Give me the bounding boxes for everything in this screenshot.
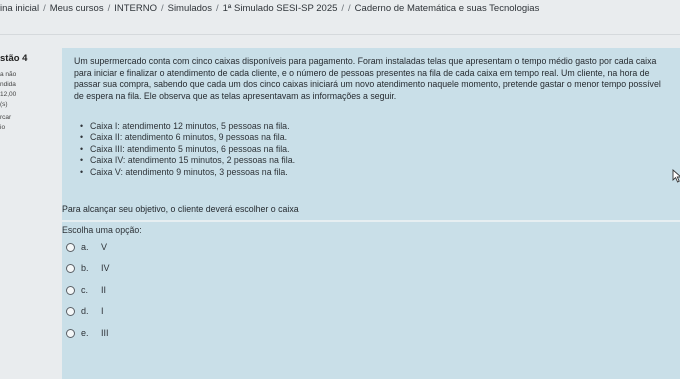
question-statement: Um supermercado conta com cinco caixas d… <box>74 56 661 101</box>
option-a[interactable]: a. V <box>66 240 107 254</box>
list-item: Caixa V: atendimento 9 minutos, 3 pessoa… <box>80 167 295 179</box>
radio-button[interactable] <box>66 285 75 295</box>
breadcrumb-simulados[interactable]: Simulados <box>168 3 212 17</box>
option-d[interactable]: d. I <box>66 304 104 318</box>
breadcrumb-home[interactable]: ina inicial <box>0 3 39 17</box>
question-number: stão 4 <box>0 53 28 64</box>
radio-button[interactable] <box>66 306 75 316</box>
list-item: Caixa II: atendimento 6 minutos, 9 pesso… <box>80 132 295 144</box>
flag-question-link[interactable]: rcar <box>0 113 62 123</box>
option-value: V <box>101 242 108 252</box>
breadcrumb-my-courses[interactable]: Meus cursos <box>50 3 104 17</box>
list-item: Caixa I: atendimento 12 minutos, 5 pesso… <box>80 121 295 133</box>
grade-suffix: (s) <box>0 100 8 108</box>
question-grade: 12,00 <box>0 90 17 98</box>
question-content: Um supermercado conta com cinco caixas d… <box>62 48 680 379</box>
option-e[interactable]: e. III <box>66 326 109 340</box>
breadcrumb-separator: / <box>160 3 164 14</box>
question-info-panel: stão 4 a não ndida 12,00 (s) rcar io <box>0 52 62 162</box>
breadcrumb-separator: / <box>348 3 351 14</box>
answer-status: a não <box>0 71 17 79</box>
list-item: Caixa IV: atendimento 15 minutos, 2 pess… <box>80 155 295 167</box>
radio-button[interactable] <box>66 242 75 252</box>
radio-button[interactable] <box>66 328 75 338</box>
option-value: IV <box>101 263 110 273</box>
header-divider <box>0 34 680 35</box>
mouse-pointer-icon <box>672 169 680 183</box>
question-text: Para alcançar seu objetivo, o cliente de… <box>62 204 299 214</box>
breadcrumb: ina inicial / Meus cursos / INTERNO / Si… <box>0 3 539 17</box>
answer-status-2: ndida <box>0 81 16 88</box>
radio-button[interactable] <box>66 263 75 273</box>
option-value: II <box>101 285 107 295</box>
option-value: III <box>101 328 109 338</box>
option-letter: c. <box>81 285 89 295</box>
option-b[interactable]: b. IV <box>66 261 110 275</box>
option-value: I <box>101 306 104 316</box>
breadcrumb-separator: / <box>215 3 219 14</box>
option-letter: a. <box>81 242 89 252</box>
breadcrumb-separator: / <box>43 3 46 14</box>
breadcrumb-internal[interactable]: INTERNO <box>114 3 157 17</box>
option-letter: d. <box>81 306 89 316</box>
answer-divider <box>62 220 680 222</box>
option-letter: b. <box>81 263 89 273</box>
breadcrumb-simulado[interactable]: 1ª Simulado SESI-SP 2025 <box>223 3 338 17</box>
breadcrumb-separator: / <box>107 3 111 14</box>
breadcrumb-separator: / <box>341 3 345 14</box>
breadcrumb-caderno[interactable]: Caderno de Matemática e suas Tecnologias <box>355 3 540 17</box>
flag-question-link-2[interactable]: io <box>0 123 62 133</box>
choose-option-label: Escolha uma opção: <box>62 225 142 235</box>
option-c[interactable]: c. II <box>66 283 106 297</box>
info-list: Caixa I: atendimento 12 minutos, 5 pesso… <box>80 121 295 178</box>
option-letter: e. <box>81 328 89 338</box>
list-item: Caixa III: atendimento 5 minutos, 6 pess… <box>80 144 295 156</box>
